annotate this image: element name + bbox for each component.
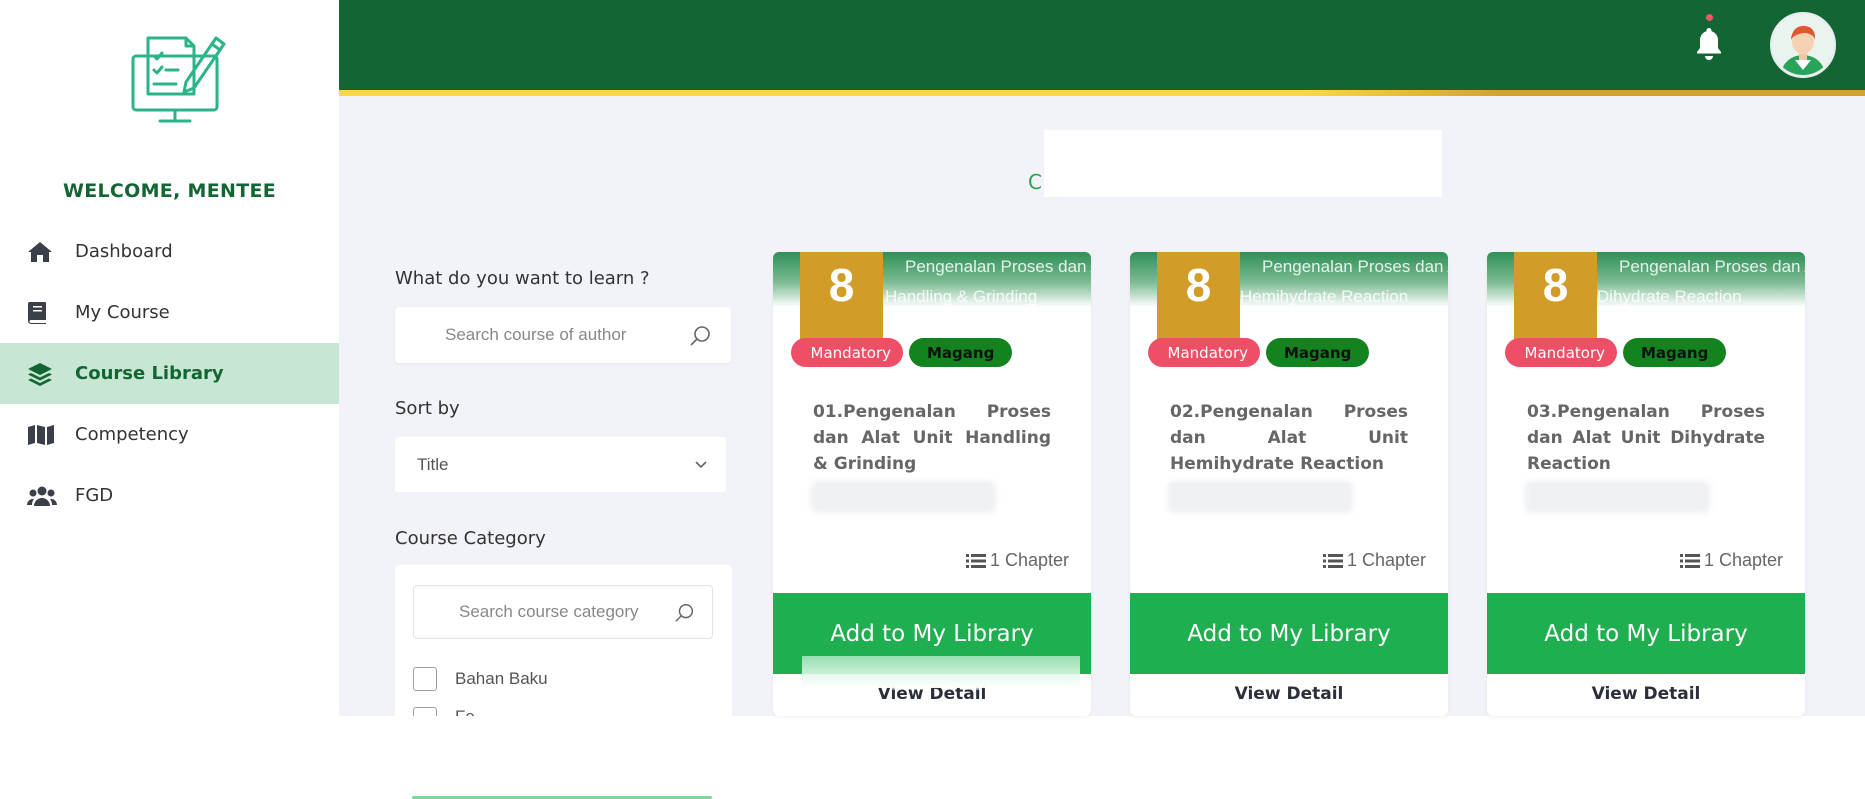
app-logo-icon[interactable] <box>128 26 230 128</box>
category-item[interactable]: Fe... <box>413 707 489 716</box>
blurred-author <box>1168 481 1353 513</box>
layers-icon <box>27 362 57 386</box>
category-item[interactable]: Bahan Baku <box>413 667 548 691</box>
book-icon <box>27 301 57 325</box>
home-icon <box>27 240 57 264</box>
course-card[interactable]: Pengenalan Proses dan AlatHemihydrate Re… <box>1130 252 1448 716</box>
tag-magang: Magang <box>1623 338 1727 367</box>
view-detail-link[interactable]: View Detail <box>1130 684 1448 704</box>
sort-select[interactable]: Title <box>395 437 726 492</box>
course-card[interactable]: Pengenalan Proses dan AlatHandling & Gri… <box>773 252 1091 716</box>
list-icon <box>1679 553 1700 568</box>
tag-mandatory: Mandatory <box>791 338 903 367</box>
chapter-count: 1 Chapter <box>1322 550 1426 571</box>
category-checkbox[interactable] <box>413 667 437 691</box>
course-tags: Mandatory Magang <box>791 338 1013 367</box>
view-detail-link[interactable]: View Detail <box>1487 684 1805 704</box>
users-icon <box>27 484 57 508</box>
category-item-label: Fe... <box>455 707 489 716</box>
category-label: Course Category <box>395 528 546 549</box>
sidebar-item-course-library[interactable]: Course Library <box>0 343 339 404</box>
chapter-count: 1 Chapter <box>1679 550 1783 571</box>
hover-glow <box>802 656 1080 688</box>
map-icon <box>27 423 57 447</box>
avatar[interactable] <box>1770 12 1836 78</box>
bell-icon[interactable] <box>1694 22 1724 62</box>
add-to-library-button[interactable]: Add to My Library <box>1130 593 1448 674</box>
list-icon <box>965 553 986 568</box>
sidebar-item-label: Course Library <box>75 363 224 384</box>
welcome-text: WELCOME, MENTEE <box>62 180 277 202</box>
sort-value: Title <box>417 454 449 474</box>
category-search-box[interactable] <box>413 585 713 639</box>
blurred-author <box>811 481 996 513</box>
category-panel: Bahan Baku Fe... <box>395 565 732 716</box>
sidebar-item-dashboard[interactable]: Dashboard <box>0 221 339 282</box>
search-icon <box>675 604 694 622</box>
category-search-input[interactable] <box>459 602 699 622</box>
chevron-down-icon <box>695 461 707 469</box>
sidebar-item-fgd[interactable]: FGD <box>0 465 339 526</box>
page-title: C <box>1028 170 1042 194</box>
sidebar-item-competency[interactable]: Competency <box>0 404 339 465</box>
tag-mandatory: Mandatory <box>1505 338 1617 367</box>
search-icon <box>690 326 710 346</box>
top-bar <box>339 0 1865 90</box>
sidebar-item-label: Dashboard <box>75 241 173 262</box>
sidebar: WELCOME, MENTEE Dashboard My Course Cour… <box>0 0 339 799</box>
list-icon <box>1322 553 1343 568</box>
tag-magang: Magang <box>1266 338 1370 367</box>
sidebar-nav: Dashboard My Course Course Library Compe… <box>0 221 339 526</box>
blurred-author <box>1525 481 1710 513</box>
course-title: 02.Pengenalan Proses dan Alat Unit Hemih… <box>1170 402 1408 474</box>
course-tags: Mandatory Magang <box>1148 338 1370 367</box>
notification-dot <box>1706 14 1713 21</box>
redacted-area <box>1044 130 1442 197</box>
tag-mandatory: Mandatory <box>1148 338 1260 367</box>
course-title: 01.Pengenalan Proses dan Alat Unit Handl… <box>813 402 1051 474</box>
category-item-label: Bahan Baku <box>455 669 548 688</box>
sidebar-item-my-course[interactable]: My Course <box>0 282 339 343</box>
course-tags: Mandatory Magang <box>1505 338 1727 367</box>
sidebar-item-label: FGD <box>75 485 114 506</box>
course-search-input[interactable] <box>445 325 715 345</box>
sidebar-item-label: Competency <box>75 424 189 445</box>
sort-label: Sort by <box>395 398 460 419</box>
course-card[interactable]: Pengenalan Proses dan AlatDihydrate Reac… <box>1487 252 1805 716</box>
add-to-library-button[interactable]: Add to My Library <box>1487 593 1805 674</box>
course-search-box[interactable] <box>395 307 731 363</box>
chapter-count: 1 Chapter <box>965 550 1069 571</box>
sidebar-item-label: My Course <box>75 302 170 323</box>
course-title: 03.Pengenalan Proses dan Alat Unit Dihyd… <box>1527 402 1765 474</box>
category-checkbox[interactable] <box>413 707 437 716</box>
learn-label: What do you want to learn ? <box>395 268 650 289</box>
tag-magang: Magang <box>909 338 1013 367</box>
footer-area <box>339 716 1865 799</box>
